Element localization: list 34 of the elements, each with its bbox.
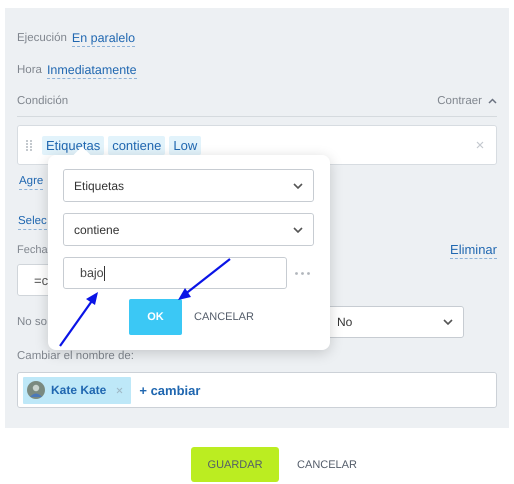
condition-token[interactable]: contiene — [108, 136, 166, 154]
condition-token[interactable]: Low — [169, 136, 202, 154]
delete-link[interactable]: Eliminar — [450, 242, 497, 258]
arrow — [59, 292, 98, 347]
value-link[interactable]: En paralelo — [72, 30, 136, 46]
chevron-icon — [443, 319, 453, 325]
section-label: Condición — [17, 95, 68, 107]
field-label: No so — [17, 316, 48, 328]
collapse-toggle[interactable]: Contraer — [437, 95, 497, 107]
select-field[interactable]: Etiquetas — [63, 169, 314, 202]
cancel-button[interactable]: CANCELAR — [291, 458, 363, 470]
chevron-icon — [293, 182, 303, 188]
cancel-button[interactable]: CANCELAR — [188, 311, 260, 323]
more-icon[interactable] — [295, 272, 310, 274]
chevron-icon — [488, 98, 497, 104]
drag-handle-icon[interactable] — [26, 140, 32, 150]
field-label: Hora — [17, 64, 42, 76]
change-link[interactable]: + cambiar — [139, 382, 200, 398]
field-label: Cambiar el nombre de: — [17, 350, 134, 362]
close-icon[interactable] — [116, 386, 124, 394]
add-link[interactable]: Agre — [19, 172, 44, 190]
select-field[interactable]: contiene — [63, 213, 314, 246]
field-label: Fecha — [17, 244, 48, 256]
condition-token[interactable]: Etiquetas — [42, 136, 104, 154]
user-chip[interactable]: Kate Kate — [23, 376, 132, 404]
save-button[interactable]: GUARDAR — [191, 447, 280, 482]
avatar-icon — [27, 381, 45, 399]
input-field[interactable]: bajo — [63, 257, 287, 289]
field-label: Ejecución — [17, 32, 67, 44]
chevron-icon — [293, 226, 303, 232]
close-icon[interactable] — [476, 141, 484, 149]
arrow — [178, 258, 231, 300]
value-link[interactable]: Inmediatamente — [46, 62, 137, 78]
select-link[interactable]: Selec — [18, 212, 47, 230]
